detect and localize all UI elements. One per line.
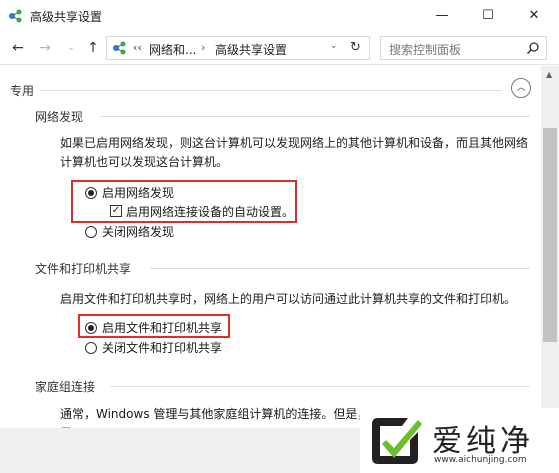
search-box[interactable]: 搜索控制面板 xyxy=(380,36,547,60)
address-bar[interactable]: ‹‹ 网络和... › 高级共享设置 ⌄ ↻ xyxy=(106,36,370,60)
profile-label: 专用 xyxy=(10,84,35,98)
label-enable-file-sharing[interactable]: 启用文件和打印机共享 xyxy=(102,319,222,336)
divider xyxy=(100,116,530,117)
radio-enable-file-sharing[interactable] xyxy=(85,322,97,334)
divider xyxy=(110,386,530,387)
back-button[interactable]: ← xyxy=(9,39,27,57)
close-button[interactable]: ✕ xyxy=(511,0,557,31)
divider xyxy=(150,268,530,269)
up-button[interactable]: ↑ xyxy=(84,39,102,57)
title-bar: 高级共享设置 — ☐ ✕ xyxy=(0,0,559,31)
navigation-bar: ← → ⌄ ↑ ‹‹ 网络和... › 高级共享设置 ⌄ ↻ 搜索控制面板 xyxy=(0,31,559,65)
checkbox-auto-setup[interactable]: ✓ xyxy=(110,205,122,217)
label-disable-network-discovery[interactable]: 关闭网络发现 xyxy=(102,223,174,240)
search-icon[interactable] xyxy=(526,41,540,55)
label-auto-setup[interactable]: 启用网络连接设备的自动设置。 xyxy=(126,203,294,220)
window-title: 高级共享设置 xyxy=(30,10,103,24)
vertical-scrollbar[interactable]: ▲ ▼ xyxy=(541,66,559,428)
network-icon xyxy=(113,41,126,55)
search-input[interactable]: 搜索控制面板 xyxy=(389,41,461,58)
aichunjing-logo-icon xyxy=(372,418,422,464)
breadcrumb-network[interactable]: 网络和... xyxy=(149,41,196,58)
maximize-button[interactable]: ☐ xyxy=(465,0,511,31)
network-discovery-description: 如果已启用网络发现，则这台计算机可以发现网络上的其他计算机和设备，而且其他网络计… xyxy=(60,136,529,169)
breadcrumb-separator-icon[interactable]: › xyxy=(201,41,205,54)
section-title-file-sharing: 文件和打印机共享 xyxy=(35,262,132,276)
address-dropdown-icon[interactable]: ⌄ xyxy=(330,41,338,51)
radio-enable-network-discovery[interactable] xyxy=(85,187,97,199)
watermark-url: www.aichunjing.com xyxy=(434,455,527,465)
settings-content: 专用 ︿ 网络发现 如果已启用网络发现，则这台计算机可以发现网络上的其他计算机和… xyxy=(0,66,541,428)
forward-button[interactable]: → xyxy=(36,39,54,57)
divider xyxy=(40,90,502,91)
scroll-up-icon[interactable]: ▲ xyxy=(546,70,552,79)
homegroup-description: 通常，Windows 管理与其他家庭组计算机的连接。但是， xyxy=(60,407,370,421)
label-enable-network-discovery[interactable]: 启用网络发现 xyxy=(102,184,174,201)
watermark-title: 爱纯净 xyxy=(432,424,534,459)
breadcrumb-advanced-sharing[interactable]: 高级共享设置 xyxy=(215,41,287,58)
radio-disable-file-sharing[interactable] xyxy=(85,342,97,354)
label-disable-file-sharing[interactable]: 关闭文件和打印机共享 xyxy=(102,339,222,356)
recent-locations-button[interactable]: ⌄ xyxy=(62,39,80,57)
minimize-button[interactable]: — xyxy=(419,0,465,31)
address-overflow[interactable]: ‹‹ xyxy=(133,41,142,54)
file-sharing-description: 启用文件和打印机共享时，网络上的用户可以访问通过此计算机共享的文件和打印机。 xyxy=(60,292,517,306)
refresh-icon[interactable]: ↻ xyxy=(350,40,361,55)
collapse-section-button[interactable]: ︿ xyxy=(511,78,531,98)
scroll-thumb[interactable] xyxy=(543,128,557,342)
network-app-icon xyxy=(9,9,22,23)
section-title-network-discovery: 网络发现 xyxy=(35,110,84,124)
radio-disable-network-discovery[interactable] xyxy=(85,226,97,238)
watermark: 爱纯净 www.aichunjing.com xyxy=(360,408,559,473)
section-title-homegroup: 家庭组连接 xyxy=(35,380,96,394)
